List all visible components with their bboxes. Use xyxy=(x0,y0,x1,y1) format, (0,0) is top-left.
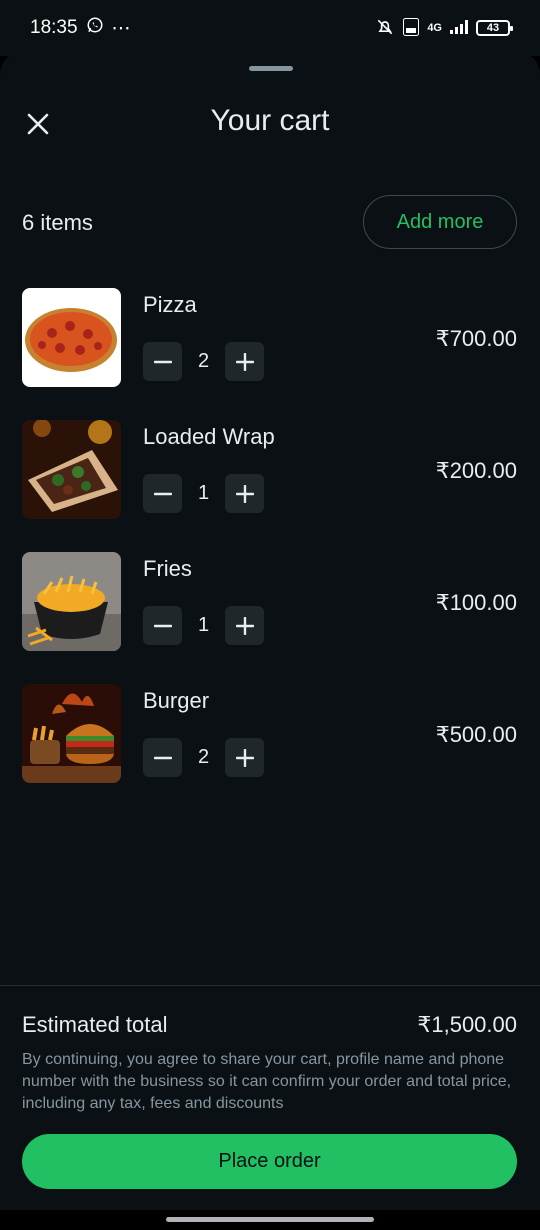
network-type: 4G xyxy=(427,22,442,34)
increase-button[interactable] xyxy=(225,474,264,513)
minus-icon xyxy=(153,492,172,495)
quantity-value: 1 xyxy=(197,482,210,504)
quantity-value: 2 xyxy=(197,350,210,372)
decrease-button[interactable] xyxy=(143,738,182,777)
minus-icon xyxy=(153,756,172,759)
page-title: Your cart xyxy=(210,104,330,137)
pizza-image xyxy=(22,288,121,387)
place-order-button[interactable]: Place order xyxy=(22,1134,517,1189)
cart-footer: Estimated total ₹1,500.00 By continuing,… xyxy=(0,985,540,1210)
item-name: Burger xyxy=(143,688,210,713)
status-bar: 18:35 ⋯ 4G 43 xyxy=(0,0,540,56)
cart-item-burger: Burger 2 ₹500.00 xyxy=(0,684,540,784)
quantity-value: 1 xyxy=(197,614,210,636)
decrease-button[interactable] xyxy=(143,474,182,513)
wrap-image xyxy=(22,420,121,519)
close-button[interactable] xyxy=(22,108,54,140)
order-disclaimer: By continuing, you agree to share your c… xyxy=(22,1051,512,1112)
item-price: ₹500.00 xyxy=(435,722,517,747)
quantity-stepper: 2 xyxy=(143,342,264,381)
status-right: 4G 43 xyxy=(375,17,513,40)
fries-image xyxy=(22,552,121,651)
signal-icon xyxy=(450,19,468,37)
cart-item-pizza: Pizza 2 ₹700.00 xyxy=(0,288,540,388)
drag-handle[interactable] xyxy=(249,66,293,71)
item-name: Pizza xyxy=(143,292,197,317)
items-count: 6 items xyxy=(22,210,93,235)
item-name: Loaded Wrap xyxy=(143,424,275,449)
cart-item-loaded-wrap: Loaded Wrap 1 ₹200.00 xyxy=(0,420,540,520)
quantity-stepper: 2 xyxy=(143,738,264,777)
add-more-button[interactable]: Add more xyxy=(363,195,517,249)
decrease-button[interactable] xyxy=(143,606,182,645)
item-price: ₹700.00 xyxy=(435,326,517,351)
estimated-total-label: Estimated total xyxy=(22,1012,168,1037)
status-time: 18:35 xyxy=(30,17,78,38)
quantity-value: 2 xyxy=(197,746,210,768)
more-notifications-icon: ⋯ xyxy=(111,17,131,39)
battery-icon: 43 xyxy=(476,20,513,36)
item-name: Fries xyxy=(143,556,192,581)
burger-image xyxy=(22,684,121,783)
estimated-total-value: ₹1,500.00 xyxy=(417,1012,517,1037)
plus-icon xyxy=(235,484,254,503)
minus-icon xyxy=(153,360,172,363)
minus-icon xyxy=(153,624,172,627)
navigation-bar xyxy=(0,1210,540,1230)
cart-item-fries: Fries 1 ₹100.00 xyxy=(0,552,540,652)
plus-icon xyxy=(235,616,254,635)
item-price: ₹200.00 xyxy=(435,458,517,483)
plus-icon xyxy=(235,352,254,371)
item-price: ₹100.00 xyxy=(435,590,517,615)
volte-icon xyxy=(403,17,420,39)
whatsapp-icon xyxy=(86,16,104,40)
home-gesture-bar[interactable] xyxy=(166,1217,374,1222)
close-icon xyxy=(27,113,49,135)
quantity-stepper: 1 xyxy=(143,474,264,513)
status-left: 18:35 ⋯ xyxy=(30,16,131,40)
mute-bell-icon xyxy=(375,17,395,40)
decrease-button[interactable] xyxy=(143,342,182,381)
quantity-stepper: 1 xyxy=(143,606,264,645)
increase-button[interactable] xyxy=(225,738,264,777)
increase-button[interactable] xyxy=(225,606,264,645)
increase-button[interactable] xyxy=(225,342,264,381)
plus-icon xyxy=(235,748,254,767)
